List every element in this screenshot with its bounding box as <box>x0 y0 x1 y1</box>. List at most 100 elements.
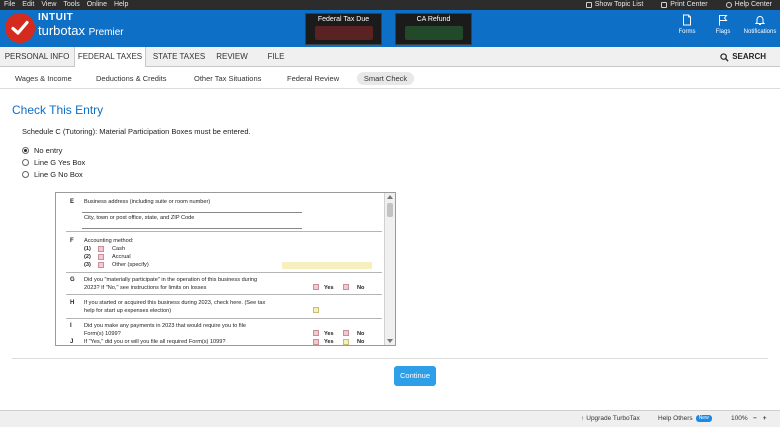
subtab-other-tax-situations[interactable]: Other Tax Situations <box>194 72 261 85</box>
option-no-entry[interactable]: No entry <box>22 145 62 156</box>
menu-tools[interactable]: Tools <box>63 0 79 10</box>
line-j-text: If "Yes," did you or will you file all r… <box>84 339 226 345</box>
state-refund-value <box>404 26 463 40</box>
line-i-text: Did you make any payments in 2023 that w… <box>84 323 247 329</box>
continue-button[interactable]: Continue <box>394 366 436 386</box>
line-i-text-2: Form(s) 1099? <box>84 331 121 337</box>
f-option-num: (1) <box>84 246 91 252</box>
yes-label: Yes <box>324 339 334 345</box>
zoom-level: 100% <box>731 415 748 422</box>
line-h-checkbox[interactable] <box>313 307 319 313</box>
f-option-label: Other (specify) <box>112 262 149 268</box>
line-e-label: Business address (including suite or roo… <box>84 199 211 205</box>
menu-online[interactable]: Online <box>87 0 107 10</box>
schedule-c-form-preview: E Business address (including suite or r… <box>55 192 396 346</box>
menu-items: File Edit View Tools Online Help <box>4 0 128 10</box>
product-name: turbotax Premier <box>38 23 124 38</box>
accrual-checkbox[interactable] <box>98 254 104 260</box>
menu-bar: File Edit View Tools Online Help Show To… <box>0 0 780 10</box>
line-g-text-2: 2023? If "No," see instructions for limi… <box>84 285 207 291</box>
error-instruction: Schedule C (Tutoring): Material Particip… <box>22 127 251 136</box>
cash-checkbox[interactable] <box>98 246 104 252</box>
line-h-text-2: help for start up expenses election) <box>84 308 172 314</box>
no-label: No <box>357 285 365 291</box>
sub-navigation: Wages & Income Deductions & Credits Othe… <box>0 67 780 89</box>
checkmark-icon <box>5 13 35 43</box>
zoom-in-button[interactable]: + <box>763 415 767 422</box>
flags-button[interactable]: Flags <box>703 14 743 35</box>
line-j-no-checkbox[interactable] <box>343 339 349 345</box>
tab-review[interactable]: REVIEW <box>212 47 252 67</box>
line-g-yes-checkbox[interactable] <box>313 284 319 290</box>
line-g-text: Did you "materially participate" in the … <box>84 277 258 283</box>
brand-name: INTUIT <box>38 12 74 23</box>
zoom-out-button[interactable]: − <box>753 415 757 422</box>
menu-view[interactable]: View <box>41 0 56 10</box>
no-label: No <box>357 331 365 337</box>
form-scrollbar[interactable] <box>384 193 395 345</box>
line-i-yes-checkbox[interactable] <box>313 330 319 336</box>
tab-state-taxes[interactable]: STATE TAXES <box>148 47 210 67</box>
printer-icon <box>661 2 668 8</box>
subtab-deductions-credits[interactable]: Deductions & Credits <box>96 72 166 85</box>
city-line <box>82 228 302 229</box>
no-label: No <box>357 339 365 345</box>
scroll-thumb[interactable] <box>387 203 393 217</box>
line-j-yes-checkbox[interactable] <box>313 339 319 345</box>
radio-button[interactable] <box>22 159 29 166</box>
list-icon <box>585 2 592 8</box>
section-separator <box>66 318 382 319</box>
line-g-no-checkbox[interactable] <box>343 284 349 290</box>
document-icon <box>683 14 691 26</box>
help-icon <box>725 2 732 8</box>
menu-help[interactable]: Help <box>114 0 128 10</box>
f-option-label: Accrual <box>112 254 131 260</box>
zoom-controls: − + <box>753 415 767 422</box>
subtab-federal-review[interactable]: Federal Review <box>287 72 339 85</box>
line-f-label: Accounting method: <box>84 238 134 244</box>
tab-personal-info[interactable]: PERSONAL INFO <box>0 47 74 67</box>
line-g-letter: G <box>70 277 75 283</box>
bell-icon <box>754 16 766 25</box>
section-separator <box>66 231 382 232</box>
line-h-text: If you started or acquired this business… <box>84 300 266 306</box>
tab-file[interactable]: FILE <box>254 47 298 67</box>
other-checkbox[interactable] <box>98 262 104 268</box>
status-bar: ↑ Upgrade TurboTax Help Others New 100% … <box>0 410 780 427</box>
subtab-smart-check[interactable]: Smart Check <box>357 72 414 85</box>
state-refund-box[interactable]: CA Refund <box>395 13 472 45</box>
scroll-up-arrow-icon[interactable] <box>387 195 393 199</box>
subtab-wages-income[interactable]: Wages & Income <box>15 72 72 85</box>
option-line-g-yes[interactable]: Line G Yes Box <box>22 157 85 168</box>
help-others-link[interactable]: Help Others New <box>658 415 712 422</box>
show-topic-list-button[interactable]: Show Topic List <box>585 0 643 10</box>
option-line-g-no[interactable]: Line G No Box <box>22 169 83 180</box>
notifications-button[interactable]: Notifications <box>740 14 780 35</box>
federal-tax-due-box[interactable]: Federal Tax Due <box>305 13 382 45</box>
edition-name: Premier <box>88 27 124 38</box>
line-i-no-checkbox[interactable] <box>343 330 349 336</box>
tab-federal-taxes[interactable]: FEDERAL TAXES <box>74 47 146 68</box>
yes-label: Yes <box>324 331 334 337</box>
f-option-num: (2) <box>84 254 91 260</box>
f-option-label: Cash <box>112 246 126 252</box>
federal-tax-due-value <box>314 26 373 40</box>
radio-button-selected[interactable] <box>22 147 29 154</box>
line-h-letter: H <box>70 300 75 306</box>
other-specify-field[interactable] <box>282 262 372 269</box>
main-tabs: PERSONAL INFO FEDERAL TAXES STATE TAXES … <box>0 47 780 68</box>
radio-button[interactable] <box>22 171 29 178</box>
forms-button[interactable]: Forms <box>667 14 707 35</box>
help-center-button[interactable]: Help Center <box>725 0 772 10</box>
upgrade-turbotax-link[interactable]: ↑ Upgrade TurboTax <box>581 415 640 422</box>
line-e-letter: E <box>70 199 75 205</box>
scroll-down-arrow-icon[interactable] <box>387 339 393 343</box>
form-content: E Business address (including suite or r… <box>56 193 384 345</box>
f-option-num: (3) <box>84 262 91 268</box>
menu-edit[interactable]: Edit <box>22 0 34 10</box>
line-i-letter: I <box>70 323 72 329</box>
arrow-up-icon: ↑ <box>581 415 585 422</box>
print-center-button[interactable]: Print Center <box>661 0 708 10</box>
menu-file[interactable]: File <box>4 0 15 10</box>
search-button[interactable]: SEARCH <box>720 47 766 67</box>
